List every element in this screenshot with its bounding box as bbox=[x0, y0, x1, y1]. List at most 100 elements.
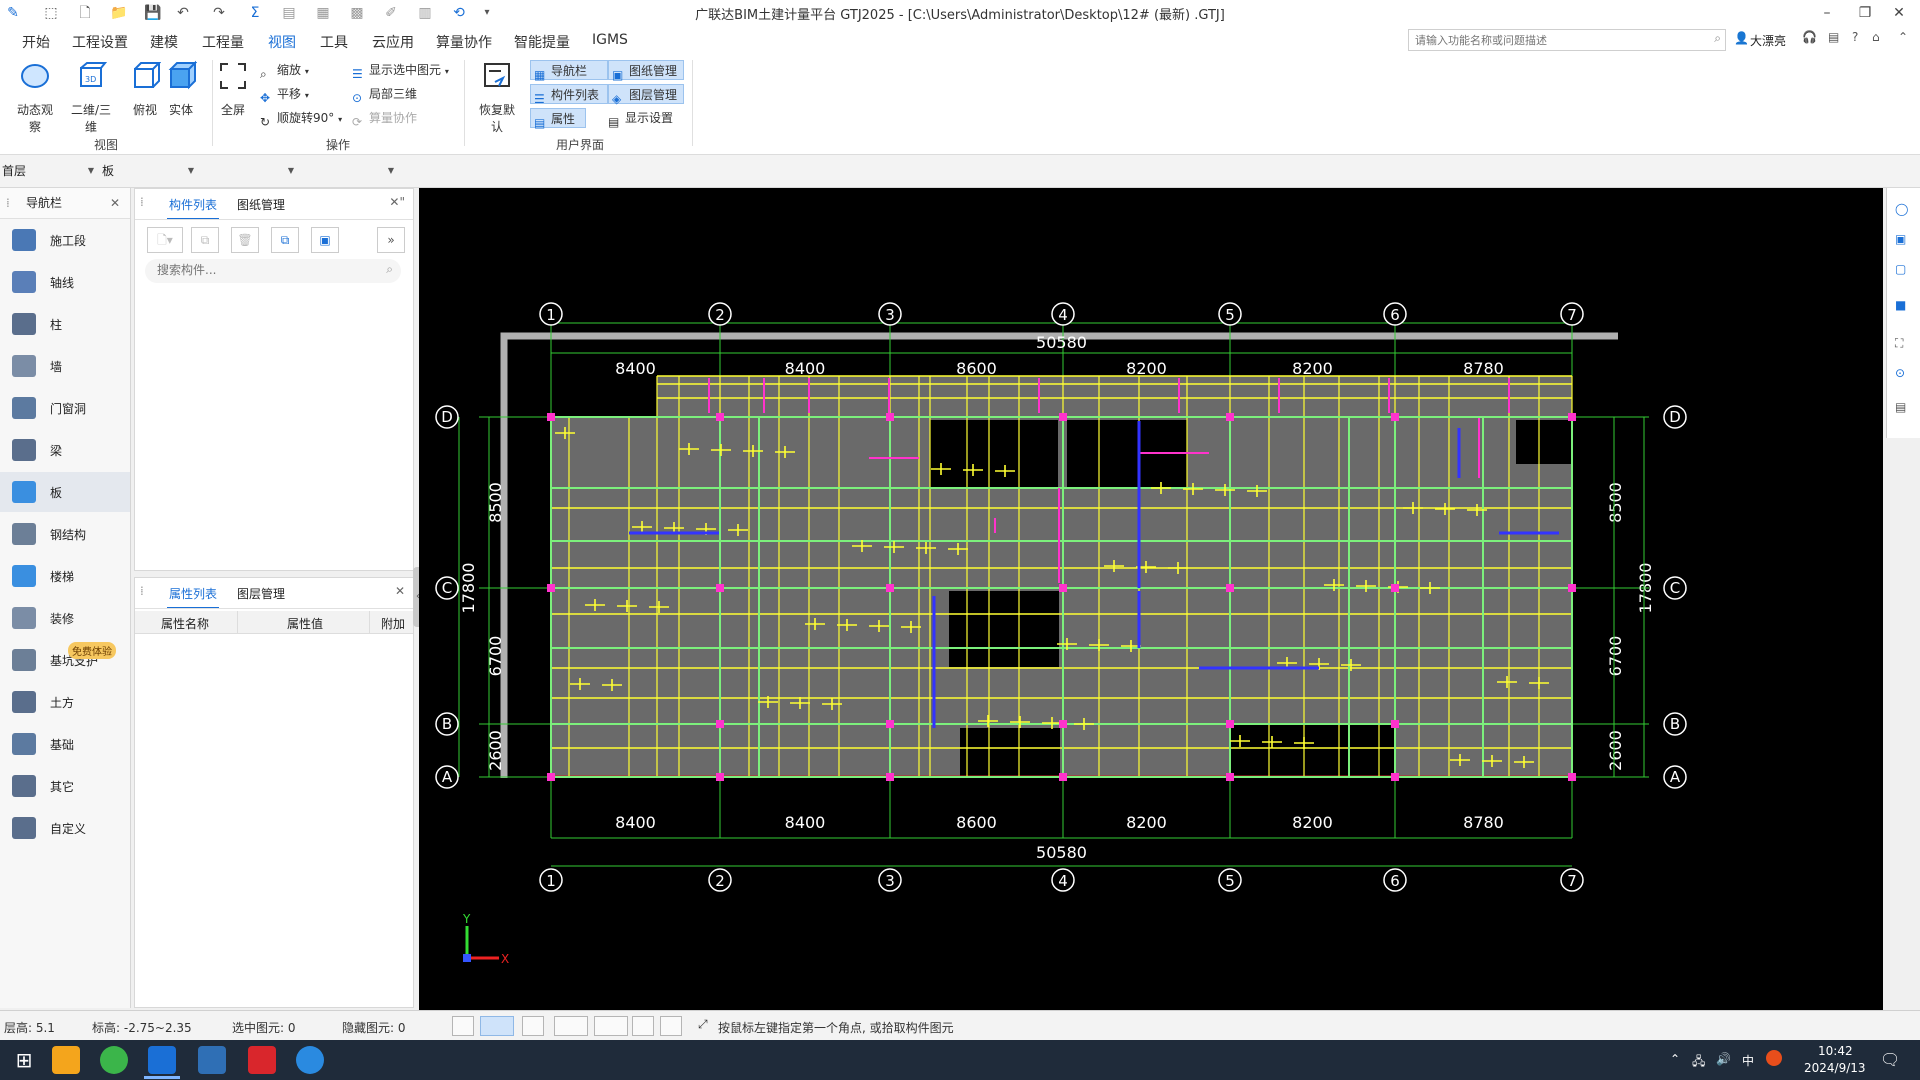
menu-project-settings[interactable]: 工程设置 bbox=[72, 32, 128, 52]
local-3d-icon[interactable]: ⊙ bbox=[1895, 366, 1913, 384]
toggle-navbar-button[interactable]: ▦ 导航栏 bbox=[530, 60, 608, 82]
zoom-button[interactable]: ⌕ 缩放 ▾ bbox=[260, 60, 309, 81]
toggle-drawing-mgmt-button[interactable]: ▣ 图纸管理 bbox=[608, 60, 684, 82]
dynamic-view-button[interactable]: 动态观察 bbox=[12, 60, 58, 135]
clock-date[interactable]: 2024/9/13 bbox=[1804, 1061, 1866, 1075]
fullscreen-button[interactable]: 全屏 bbox=[210, 60, 256, 118]
toggle-property-button[interactable]: ▤ 属性 bbox=[530, 108, 586, 130]
sogou-ime-icon[interactable] bbox=[1766, 1050, 1782, 1066]
sidebar-item-14[interactable]: 自定义 bbox=[0, 808, 130, 848]
sidebar-item-7[interactable]: 钢结构 bbox=[0, 514, 130, 554]
collapse-ribbon-icon[interactable]: ⌃ bbox=[1898, 30, 1908, 44]
gtj-app-icon[interactable] bbox=[148, 1046, 176, 1074]
delete-component-button[interactable]: 🗑 bbox=[231, 227, 259, 253]
menu-collab[interactable]: 算量协作 bbox=[436, 32, 492, 52]
display-settings-icon[interactable]: ▤ bbox=[1895, 400, 1913, 418]
network-icon[interactable]: 🖧 bbox=[1692, 1052, 1705, 1073]
drag-handle-icon[interactable]: ⁞ bbox=[140, 584, 144, 598]
duplicate-floor-button[interactable]: ⧉ bbox=[271, 227, 299, 253]
calc-collab-button[interactable]: ⟳ 算量协作 bbox=[352, 108, 417, 129]
sidebar-item-4[interactable]: 门窗洞 bbox=[0, 388, 130, 428]
sidebar-item-1[interactable]: 轴线 bbox=[0, 262, 130, 302]
more-tools-button[interactable]: » bbox=[377, 227, 405, 253]
calendar-icon[interactable]: ▤ bbox=[1828, 30, 1839, 44]
subtype-select[interactable]: ▼ bbox=[202, 161, 296, 181]
close-icon[interactable]: ✕ bbox=[395, 584, 405, 598]
pan-button[interactable]: ✥ 平移 ▾ bbox=[260, 84, 309, 105]
angle-snap-button[interactable] bbox=[554, 1016, 588, 1036]
object-snap-button[interactable] bbox=[632, 1016, 654, 1036]
menu-modeling[interactable]: 建模 bbox=[150, 32, 178, 52]
drawing-canvas[interactable]: 50580 8400 8400 8600 8200 8200 8780 8400 8400 860… bbox=[419, 188, 1883, 1010]
pinned-app-icon[interactable] bbox=[52, 1046, 80, 1074]
cross-select-button[interactable] bbox=[522, 1016, 544, 1036]
menu-igms[interactable]: IGMS bbox=[592, 32, 628, 48]
ime-indicator[interactable]: 中 bbox=[1742, 1052, 1754, 1069]
wps-app-icon[interactable] bbox=[248, 1046, 276, 1074]
sidebar-item-3[interactable]: 墙 bbox=[0, 346, 130, 386]
search-icon[interactable]: ⌕ bbox=[1714, 31, 1721, 46]
rotate-button[interactable]: ↻ 顺旋转90° ▾ bbox=[260, 108, 342, 129]
import-component-button[interactable]: ▣ bbox=[311, 227, 339, 253]
menu-tools[interactable]: 工具 bbox=[320, 32, 348, 52]
clock-time[interactable]: 10:42 bbox=[1818, 1044, 1853, 1058]
new-component-button[interactable]: 🗋▾ bbox=[147, 227, 183, 253]
menu-quantities[interactable]: 工程量 bbox=[202, 32, 244, 52]
dimension-snap-button[interactable] bbox=[594, 1016, 628, 1036]
floor-select[interactable]: 首层 ▼ bbox=[2, 161, 96, 181]
tab-component-list[interactable]: 构件列表 bbox=[166, 196, 220, 220]
sidebar-item-12[interactable]: 基础 bbox=[0, 724, 130, 764]
cube-3d-icon[interactable]: ▣ bbox=[1895, 232, 1913, 250]
copy-component-button[interactable]: ⧉ bbox=[191, 227, 219, 253]
glodon-app-icon[interactable] bbox=[296, 1046, 324, 1074]
sidebar-item-5[interactable]: 梁 bbox=[0, 430, 130, 470]
top-view-icon[interactable]: ▢ bbox=[1895, 262, 1913, 280]
arc-tool-button[interactable] bbox=[660, 1016, 682, 1036]
floor-plan-drawing[interactable]: 50580 8400 8400 8600 8200 8200 8780 8400 8400 860… bbox=[419, 188, 1883, 1010]
sidebar-item-9[interactable]: 装修 bbox=[0, 598, 130, 638]
sidebar-item-0[interactable]: 施工段 bbox=[0, 220, 130, 260]
windows-start-icon[interactable]: ⊞ bbox=[10, 1046, 38, 1074]
feature-search-box[interactable]: ⌕ bbox=[1408, 29, 1726, 51]
toggle-layer-mgmt-button[interactable]: ◈ 图层管理 bbox=[608, 84, 684, 106]
menu-start[interactable]: 开始 bbox=[22, 32, 50, 52]
category-select[interactable]: 板 ▼ bbox=[102, 161, 196, 181]
tab-property-list[interactable]: 属性列表 bbox=[166, 585, 220, 609]
display-settings-button[interactable]: ▤ 显示设置 bbox=[608, 108, 673, 129]
close-icon[interactable]: ✕ bbox=[110, 188, 120, 218]
sidebar-item-8[interactable]: 楼梯 bbox=[0, 556, 130, 596]
toggle-component-list-button[interactable]: ☰ 构件列表 bbox=[530, 84, 608, 106]
drag-handle-icon[interactable]: ⁞ bbox=[140, 195, 144, 209]
close-button[interactable]: ✕ bbox=[1876, 0, 1920, 26]
tab-drawing-management[interactable]: 图纸管理 bbox=[237, 196, 285, 213]
cad-app-icon[interactable] bbox=[198, 1046, 226, 1074]
component-search-box[interactable]: ⌕ bbox=[145, 259, 401, 283]
tray-expand-icon[interactable]: ⌃ bbox=[1670, 1052, 1680, 1066]
browser-icon[interactable] bbox=[100, 1046, 128, 1074]
show-selected-button[interactable]: ☰ 显示选中图元 ▾ bbox=[352, 60, 449, 81]
close-icon[interactable]: ✕" bbox=[389, 195, 405, 209]
ortho-toggle-button[interactable] bbox=[452, 1016, 474, 1036]
solid-view-button[interactable]: 实体 bbox=[158, 60, 204, 118]
search-icon[interactable]: ⌕ bbox=[386, 262, 393, 277]
tab-layer-management[interactable]: 图层管理 bbox=[237, 585, 285, 602]
sidebar-item-6[interactable]: 板 bbox=[0, 472, 130, 512]
drag-handle-icon[interactable]: ⁞ bbox=[6, 188, 10, 218]
fullscreen-icon[interactable]: ⛶ bbox=[1895, 336, 1913, 354]
selection-mode-button[interactable] bbox=[480, 1016, 514, 1036]
sidebar-item-11[interactable]: 土方 bbox=[0, 682, 130, 722]
help-icon[interactable]: ? bbox=[1852, 30, 1858, 44]
component-select[interactable]: ▼ bbox=[302, 161, 396, 181]
restore-default-button[interactable]: 恢复默认 bbox=[474, 60, 520, 135]
volume-icon[interactable]: 🔊 bbox=[1716, 1052, 1731, 1066]
orbit-icon[interactable]: ◯ bbox=[1895, 202, 1913, 220]
sidebar-item-10[interactable]: 基坑支护 免费体验 bbox=[0, 640, 130, 680]
menu-cloud[interactable]: 云应用 bbox=[372, 32, 414, 52]
user-name[interactable]: 大漂亮 bbox=[1750, 32, 1786, 49]
component-search-input[interactable] bbox=[155, 262, 379, 278]
menu-smart-extract[interactable]: 智能提量 bbox=[514, 32, 570, 52]
headset-icon[interactable]: 🎧 bbox=[1802, 30, 1817, 44]
settings-icon[interactable]: ⌂ bbox=[1872, 30, 1880, 44]
local-3d-button[interactable]: ⊙ 局部三维 bbox=[352, 84, 417, 105]
2d-3d-toggle-button[interactable]: 3D 二维/三维 bbox=[68, 60, 114, 135]
